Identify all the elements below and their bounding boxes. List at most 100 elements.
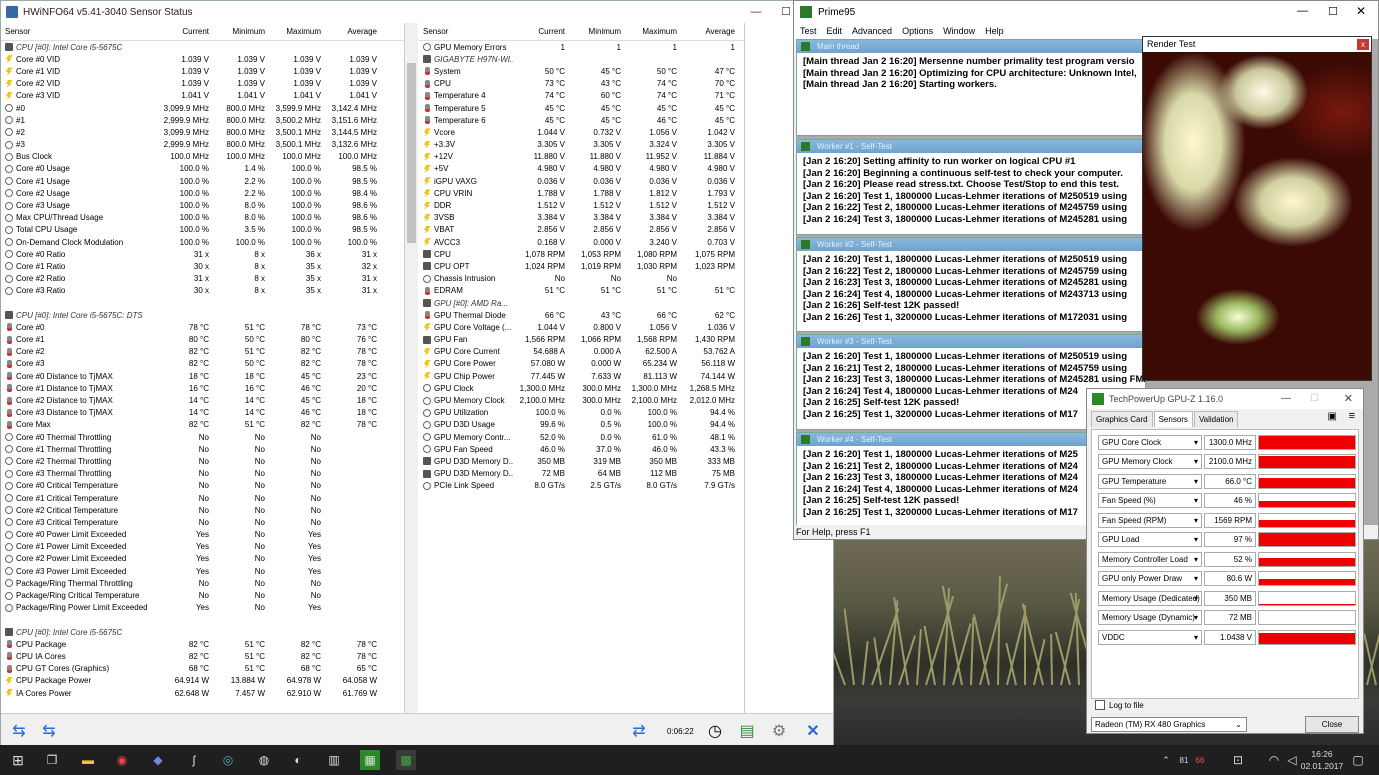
sensor-row[interactable]: GPU Utilization 100.0 % 0.0 % 100.0 % 94.4 % [419,407,744,419]
column-header[interactable]: Sensor [419,27,513,36]
sensor-select[interactable]: VDDC [1098,629,1202,645]
windows-start-icon[interactable]: ⊞ [8,750,28,770]
menu-item-advanced[interactable]: Advanced [852,26,892,36]
sensor-group-row[interactable]: CPU [#0]: Intel Core i5-5675C [1,626,404,638]
sensor-row[interactable]: Core #0 Thermal Throttling No No No [1,431,404,443]
minimize-button[interactable]: — [1297,5,1308,17]
sensor-row[interactable]: Chassis Intrusion No No No [419,273,744,285]
sensor-row[interactable]: CPU OPT 1,024 RPM 1,019 RPM 1,030 RPM 1,023 … [419,260,744,272]
sensor-row[interactable]: Core #1 Power Limit Exceeded Yes No Yes [1,541,404,553]
app-icon[interactable]: ʃ [184,750,204,770]
sensor-row[interactable]: Core #1 Ratio 30 x 8 x 35 x 32 x [1,260,404,272]
sensor-row[interactable]: Core #2 Power Limit Exceeded Yes No Yes [1,553,404,565]
sensor-row[interactable]: PCIe Link Speed 8.0 GT/s 2.5 GT/s 8.0 GT/s 7… [419,480,744,492]
sensor-row[interactable]: Core #3 Thermal Throttling No No No [1,468,404,480]
sensor-row[interactable]: Core #2 Usage 100.0 % 2.2 % 100.0 % 98.4 % [1,187,404,199]
sensor-row[interactable]: GPU D3D Memory D... 350 MB 319 MB 350 MB 333… [419,455,744,467]
maximize-button[interactable]: ☐ [1328,5,1338,18]
minimize-button[interactable]: — [741,1,771,23]
sensor-select[interactable]: GPU only Power Draw [1098,571,1202,586]
sensor-row[interactable]: Package/Ring Power Limit Exceeded Yes No Ye… [1,602,404,614]
sensor-row[interactable]: GPU D3D Memory D... 72 MB 64 MB 112 MB 75 MB [419,468,744,480]
column-header[interactable]: Current [151,27,213,36]
sensor-row[interactable]: GPU Thermal Diode 66 °C 43 °C 66 °C 62 °C [419,309,744,321]
sensor-row[interactable]: On-Demand Clock Modulation 100.0 % 100.0 %… [1,236,404,248]
sensor-row[interactable]: Core #2 82 °C 51 °C 82 °C 78 °C [1,346,404,358]
sensor-row[interactable]: Core #3 Ratio 30 x 8 x 35 x 31 x [1,285,404,297]
sensor-row[interactable]: Core #0 Critical Temperature No No No [1,480,404,492]
mdi-window-title[interactable]: Worker #3 - Self-Test [797,335,1145,348]
sensor-row[interactable]: Package/Ring Critical Temperature No No No [1,589,404,601]
close-button[interactable]: ✕ [1344,389,1353,409]
sensor-row[interactable]: Temperature 6 45 °C 45 °C 46 °C 45 °C [419,114,744,126]
sensor-group-row[interactable]: GIGABYTE H97N-WI... [419,53,744,65]
menu-item-help[interactable]: Help [985,26,1004,36]
sensor-row[interactable]: #2 3,099.9 MHz 800.0 MHz 3,500.1 MHz 3,144.5… [1,126,404,138]
sensor-row[interactable]: GPU Memory Clock 2,100.0 MHz 300.0 MHz 2,10… [419,394,744,406]
sensor-row[interactable]: Max CPU/Thread Usage 100.0 % 8.0 % 100.0 % 9… [1,212,404,224]
sensor-select[interactable]: Fan Speed (%) [1098,493,1202,508]
steam-icon[interactable]: ◍ [254,750,274,770]
sensor-row[interactable]: Core #1 Thermal Throttling No No No [1,443,404,455]
nav-right-icon[interactable]: ⇆ [35,720,63,742]
sensor-select[interactable]: GPU Load [1098,532,1202,547]
sensor-row[interactable]: Core Max 82 °C 51 °C 82 °C 78 °C [1,419,404,431]
mdi-window-title[interactable]: Main thread [797,40,1145,53]
sensor-row[interactable]: CPU Package Power 64.914 W 13.884 W 64.978 … [1,675,404,687]
column-header[interactable]: Minimum [569,27,625,36]
sensor-row[interactable]: Package/Ring Thermal Throttling No No No [1,577,404,589]
app2-icon[interactable]: ◎ [218,750,238,770]
sensor-group-row[interactable]: GPU [#0]: AMD Ra... [419,297,744,309]
gpuz-taskbar-icon[interactable]: ▦ [360,750,380,770]
sensor-row[interactable]: CPU Package 82 °C 51 °C 82 °C 78 °C [1,638,404,650]
sensor-row[interactable]: Core #0 VID 1.039 V 1.039 V 1.039 V 1.039 V [1,53,404,65]
tab-validation[interactable]: Validation [1193,411,1239,427]
sensor-row[interactable]: Core #2 Distance to TjMAX 14 °C 14 °C 45 °C… [1,394,404,406]
sensor-row[interactable]: #1 2,999.9 MHz 800.0 MHz 3,500.2 MHz 3,151.6… [1,114,404,126]
volume-icon[interactable]: ◁ [1282,750,1302,770]
sensor-row[interactable]: Core #0 Ratio 31 x 8 x 36 x 31 x [1,248,404,260]
device-select[interactable]: Radeon (TM) RX 480 Graphics ⌄ [1091,717,1247,732]
sensor-row[interactable]: GPU Core Power 57.080 W 0.000 W 65.234 W 56.… [419,358,744,370]
sensor-row[interactable]: EDRAM 51 °C 51 °C 51 °C 51 °C [419,285,744,297]
sensor-row[interactable]: Core #1 Usage 100.0 % 2.2 % 100.0 % 98.5 % [1,175,404,187]
settings-gear-icon[interactable]: ⚙ [765,720,793,742]
minimize-button[interactable]: — [1281,389,1291,409]
sensor-row[interactable]: Temperature 4 74 °C 60 °C 74 °C 71 °C [419,90,744,102]
tab-graphics-card[interactable]: Graphics Card [1091,411,1153,427]
column-header[interactable]: Average [325,27,381,36]
sensor-row[interactable]: GPU Clock 1,300.0 MHz 300.0 MHz 1,300.0 MHz… [419,382,744,394]
sensor-row[interactable]: DDR 1.512 V 1.512 V 1.512 V 1.512 V [419,199,744,211]
sensor-row[interactable]: CPU GT Cores (Graphics) 68 °C 51 °C 68 °C 65… [1,663,404,675]
menu-item-edit[interactable]: Edit [827,26,843,36]
sensor-row[interactable]: Vcore 1.044 V 0.732 V 1.056 V 1.042 V [419,126,744,138]
close-icon[interactable]: ✕ [799,720,827,742]
camera-icon[interactable]: ▣ [1328,411,1337,422]
sensor-select[interactable]: GPU Temperature [1098,473,1202,489]
sensor-select[interactable]: GPU Core Clock [1098,434,1202,450]
sensor-row[interactable]: Core #2 Critical Temperature No No No [1,504,404,516]
sensor-select[interactable]: Memory Usage (Dynamic) [1098,610,1202,625]
file-explorer-icon[interactable]: ▬ [78,750,98,770]
log-to-file[interactable]: Log to file [1095,700,1144,710]
sensor-select[interactable]: Memory Controller Load [1098,551,1202,567]
tray-network-icon[interactable]: ⊡ [1228,750,1248,770]
sensor-row[interactable]: AVCC3 0.168 V 0.000 V 3.240 V 0.703 V [419,236,744,248]
sensor-row[interactable]: Core #2 Thermal Throttling No No No [1,455,404,467]
sensor-row[interactable]: +12V 11.880 V 11.880 V 11.952 V 11.884 V [419,151,744,163]
close-dialog-button[interactable]: Close [1305,716,1359,733]
mdi-window-title[interactable]: Worker #2 - Self-Test [797,238,1145,251]
sensor-row[interactable]: 3VSB 3.384 V 3.384 V 3.384 V 3.384 V [419,212,744,224]
mdi-window-title[interactable]: Worker #1 - Self-Test [797,140,1145,153]
sensor-select[interactable]: Memory Usage (Dedicated) [1098,590,1202,606]
sensor-row[interactable]: Bus Clock 100.0 MHz 100.0 MHz 100.0 MHz 100.… [1,151,404,163]
sensor-row[interactable]: Core #3 Critical Temperature No No No [1,516,404,528]
sensor-row[interactable]: GPU Fan Speed 46.0 % 37.0 % 46.0 % 43.3 % [419,443,744,455]
column-header[interactable]: Sensor [1,27,151,36]
close-button[interactable]: ✕ [1356,4,1366,18]
menu-item-options[interactable]: Options [902,26,933,36]
sensor-row[interactable]: CPU 1,078 RPM 1,053 RPM 1,080 RPM 1,075 RPM [419,248,744,260]
sensor-row[interactable]: GPU Memory Errors 1 1 1 1 [419,41,744,53]
log-checkbox[interactable] [1095,700,1105,710]
tray-chevron-icon[interactable]: ⌃ [1156,750,1176,770]
